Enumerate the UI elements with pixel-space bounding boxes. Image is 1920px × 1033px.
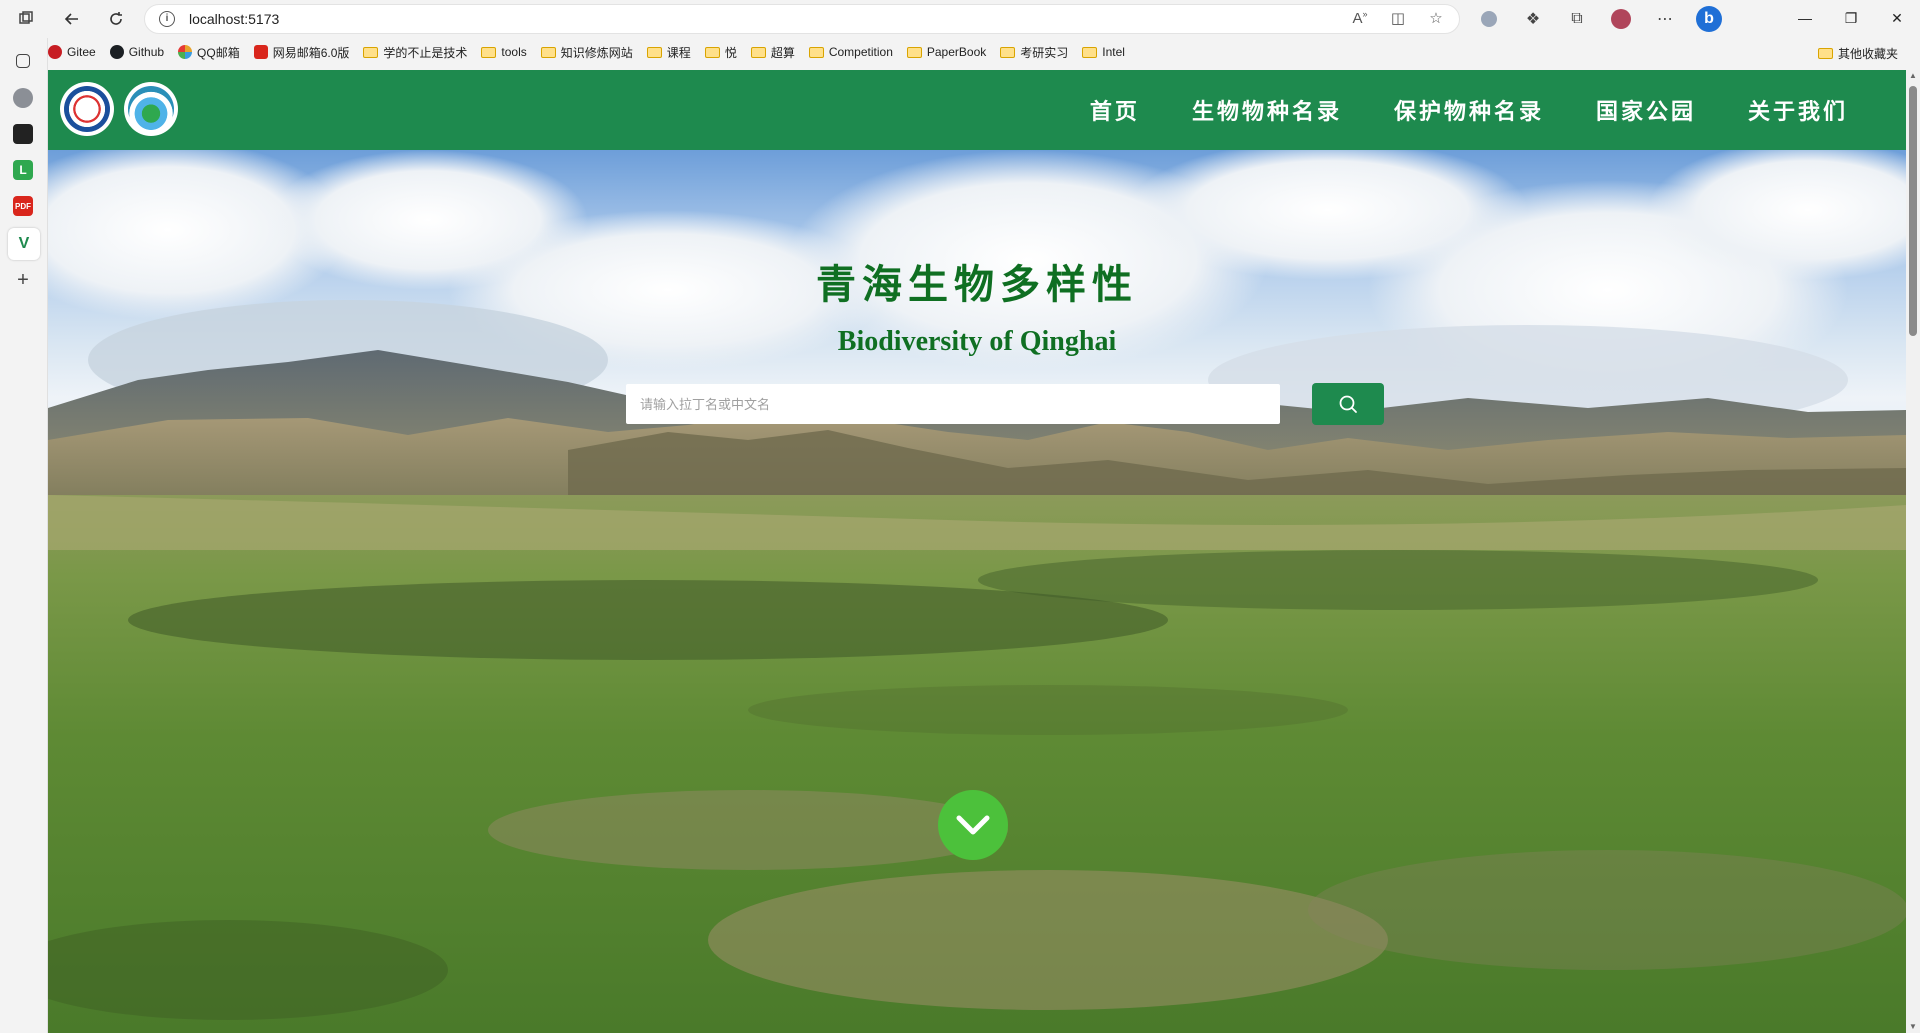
hero-subtitle: Biodiversity of Qinghai [837, 326, 1117, 357]
folder-icon [1817, 48, 1833, 59]
site-navbar: 首页 生物物种名录 保护物种名录 国家公园 关于我们 [48, 70, 1906, 150]
folder-icon [704, 46, 720, 58]
chevron-down-icon [956, 815, 990, 835]
refresh-icon[interactable] [98, 4, 134, 34]
bookmark-label: Gitee [67, 45, 96, 59]
bookmark-netease-mail[interactable]: 网易邮箱6.0版 [253, 44, 350, 61]
bookmark-folder[interactable]: Competition [808, 45, 893, 59]
github-icon [109, 45, 124, 59]
vertical-tabs-icon[interactable] [16, 54, 30, 68]
folder-icon [363, 46, 379, 58]
bookmark-gitee[interactable]: Gitee [48, 45, 96, 59]
vue-app-icon[interactable]: V [8, 228, 40, 260]
bookmark-label: Competition [828, 45, 893, 59]
compass-app-icon[interactable] [13, 88, 33, 108]
extension-circle-icon[interactable] [1470, 4, 1508, 34]
extensions-puzzle-icon[interactable]: ❖ [1514, 4, 1552, 34]
bookmark-label: 知识修炼网站 [560, 45, 633, 60]
folder-icon [481, 46, 497, 58]
url-text: localhost:5173 [189, 11, 280, 27]
bing-copilot-icon[interactable]: b [1690, 4, 1728, 34]
bookmark-label: 考研实习 [1020, 45, 1069, 60]
add-app-icon[interactable]: + [13, 269, 33, 291]
bookmark-label: tools [501, 45, 527, 59]
nav-home[interactable]: 首页 [1090, 94, 1140, 126]
page-scrollbar[interactable]: ▲ ▼ [1906, 70, 1920, 1033]
page-viewport: 首页 生物物种名录 保护物种名录 国家公园 关于我们 青海生物多样性 Biodi… [48, 70, 1906, 1033]
workspaces-icon[interactable] [8, 4, 44, 34]
app-shortcut-icon[interactable] [13, 124, 33, 144]
scroll-down-arrow-icon[interactable]: ▼ [1908, 1023, 1918, 1031]
read-aloud-icon[interactable]: A» [1347, 9, 1373, 27]
netease-mail-icon [253, 45, 268, 59]
bookmark-folder[interactable]: PaperBook [906, 45, 987, 59]
hero-banner: 青海生物多样性 Biodiversity of Qinghai [48, 150, 1906, 1033]
folder-icon [906, 46, 922, 58]
main-nav: 首页 生物物种名录 保护物种名录 国家公园 关于我们 [1090, 70, 1848, 150]
bookmark-folder[interactable]: 课程 [646, 44, 691, 61]
favorite-star-icon[interactable]: ☆ [1423, 9, 1449, 27]
bookmark-label: QQ邮箱 [197, 45, 240, 60]
hero-title: 青海生物多样性 [816, 261, 1138, 308]
bookmark-github[interactable]: Github [109, 45, 165, 59]
folder-icon [1082, 46, 1098, 58]
nav-protected-species[interactable]: 保护物种名录 [1394, 94, 1544, 126]
bookmark-folder[interactable]: 学的不止是技术 [363, 44, 467, 61]
folder-icon [808, 46, 824, 58]
species-search-input[interactable] [626, 384, 1280, 424]
bookmark-label: Github [128, 45, 165, 59]
minimize-icon[interactable]: — [1782, 0, 1828, 36]
qq-mail-icon [178, 45, 193, 59]
bookmark-folder[interactable]: 超算 [750, 44, 795, 61]
scrollbar-thumb[interactable] [1909, 86, 1917, 336]
bookmark-label: 其他收藏夹 [1837, 47, 1898, 61]
bookmark-label: 网易邮箱6.0版 [272, 45, 350, 60]
logo-emblem-1[interactable] [60, 82, 114, 136]
bookmark-label: 学的不止是技术 [383, 45, 468, 60]
scroll-up-arrow-icon[interactable]: ▲ [1908, 72, 1918, 80]
more-options-icon[interactable]: ⋯ [1646, 4, 1684, 34]
bookmark-folder[interactable]: 知识修炼网站 [540, 44, 633, 61]
restore-icon[interactable]: ❐ [1828, 0, 1874, 36]
site-info-icon[interactable]: i [159, 11, 175, 27]
browser-sidebar: L PDF V + [0, 38, 48, 1033]
bookmark-label: PaperBook [926, 45, 987, 59]
search-icon [1339, 395, 1357, 413]
bookmark-qq-mail[interactable]: QQ邮箱 [178, 44, 240, 61]
back-icon[interactable] [54, 4, 90, 34]
folder-icon [646, 46, 662, 58]
bookmark-label: 超算 [770, 45, 795, 60]
bookmark-folder[interactable]: Intel [1082, 45, 1125, 59]
nav-species-catalog[interactable]: 生物物种名录 [1192, 94, 1342, 126]
bookmark-folder[interactable]: 悦 [704, 44, 737, 61]
l-app-icon[interactable]: L [13, 160, 33, 180]
bookmark-folder[interactable]: tools [481, 45, 527, 59]
search-button[interactable] [1312, 383, 1384, 425]
gitee-icon [48, 45, 62, 59]
logo-emblem-2[interactable] [124, 82, 178, 136]
nav-national-park[interactable]: 国家公园 [1596, 94, 1696, 126]
folder-icon [1000, 46, 1016, 58]
address-bar[interactable]: i localhost:5173 A» ◫ ☆ [144, 4, 1460, 34]
split-screen-icon[interactable]: ◫ [1385, 9, 1411, 27]
folder-icon [750, 46, 766, 58]
close-icon[interactable]: ✕ [1874, 0, 1920, 36]
bookmark-label: 课程 [666, 45, 691, 60]
bookmark-label: Intel [1102, 45, 1125, 59]
bookmark-label: 悦 [724, 45, 737, 60]
folder-icon [540, 46, 556, 58]
browser-toolbar: i localhost:5173 A» ◫ ☆ ❖ ⧉ ⋯ b — ❐ ✕ [0, 0, 1920, 38]
pdf-app-icon[interactable]: PDF [13, 196, 33, 216]
bookmark-folder[interactable]: 考研实习 [1000, 44, 1068, 61]
collections-icon[interactable]: ⧉ [1558, 4, 1596, 34]
scroll-down-button[interactable] [938, 790, 1008, 860]
bookmarks-bar: Gitee Github QQ邮箱 网易邮箱6.0版 学的不止是技术 tools… [48, 38, 1920, 66]
other-bookmarks[interactable]: 其他收藏夹 [1817, 45, 1898, 62]
profile-avatar-icon[interactable] [1602, 4, 1640, 34]
nav-about-us[interactable]: 关于我们 [1748, 94, 1848, 126]
